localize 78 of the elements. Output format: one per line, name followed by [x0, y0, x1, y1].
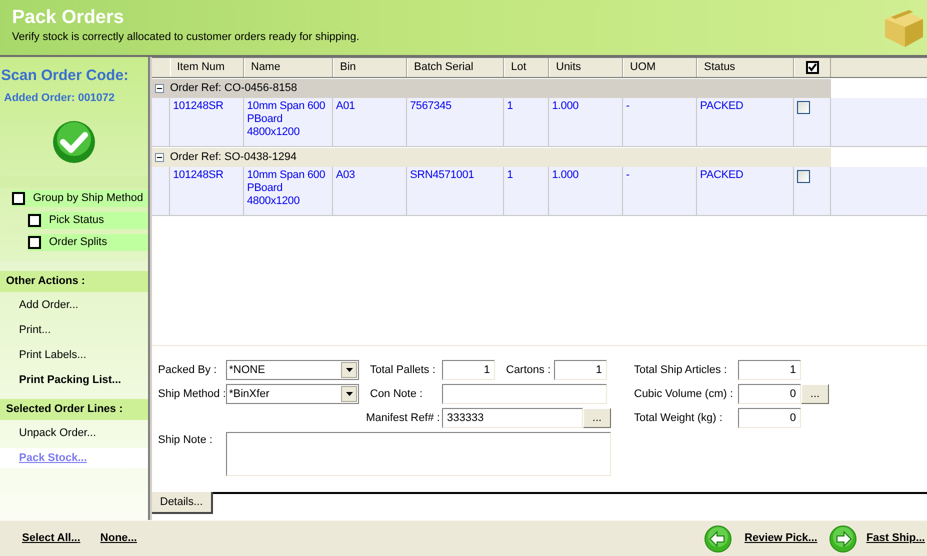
collapse-icon[interactable] — [155, 84, 164, 93]
tab[interactable]: Details... — [152, 492, 213, 514]
column-header[interactable]: UOM — [623, 58, 697, 77]
added-order-text: Added Order: 001072 — [3, 90, 116, 106]
action-link[interactable]: Print Labels... — [0, 345, 148, 365]
row-checkbox[interactable] — [797, 170, 810, 183]
table-cell: A01 — [333, 98, 407, 146]
field-label: Cubic Volume (cm) : — [634, 386, 734, 402]
table-cell: A03 — [333, 167, 407, 215]
action-link[interactable]: Unpack Order... — [0, 423, 148, 443]
table-cell: - — [623, 98, 697, 146]
checkbox[interactable] — [12, 192, 25, 205]
field-label: Packed By : — [158, 362, 218, 378]
table-cell: PACKED — [697, 98, 794, 146]
table-cell: 7567345 — [407, 98, 504, 146]
page-subtitle: Verify stock is correctly allocated to customer orders ready for shipping. — [12, 30, 360, 44]
field-label: Total Weight (kg) : — [634, 410, 724, 426]
total-weight-field[interactable]: 0 — [738, 408, 801, 428]
table-cell: 1.000 — [549, 98, 623, 146]
column-header[interactable]: Status — [697, 58, 794, 77]
packed-by-dropdown[interactable]: *NONE — [226, 360, 359, 380]
field-label: Total Pallets : — [370, 362, 436, 378]
column-header[interactable]: Bin — [333, 58, 407, 77]
select-all-link[interactable]: Select All... — [22, 530, 80, 547]
table-cell: 101248SR — [170, 98, 244, 146]
browse-button[interactable]: ... — [583, 408, 611, 428]
column-header[interactable]: Units — [549, 58, 623, 77]
option-label: Order Splits — [49, 235, 108, 250]
table-cell: 10mm Span 600 PBoard 4800x1200 — [244, 98, 333, 146]
section-title: Other Actions : — [0, 271, 148, 292]
con-note-field[interactable] — [442, 384, 607, 404]
checkbox[interactable] — [28, 236, 41, 249]
fast-ship-link[interactable]: Fast Ship... — [866, 530, 925, 547]
field-label: Ship Method : — [158, 386, 226, 402]
table-cell: SRN4571001 — [407, 167, 504, 215]
cubic-volume-field[interactable]: 0 — [738, 384, 801, 404]
column-header[interactable] — [794, 58, 831, 77]
checkbox[interactable] — [28, 214, 41, 227]
check-circle-icon — [52, 120, 96, 164]
ship-method-dropdown[interactable]: *BinXfer — [226, 384, 359, 404]
browse-button[interactable]: ... — [801, 384, 829, 404]
none-link[interactable]: None... — [100, 530, 137, 547]
table-cell: - — [623, 167, 697, 215]
field-label: Manifest Ref# : — [366, 410, 441, 426]
review-pick-link[interactable]: Review Pick... — [744, 530, 818, 547]
table-cell: 1 — [504, 167, 549, 215]
column-header[interactable]: Lot — [504, 58, 549, 77]
section-title: Selected Order Lines : — [0, 399, 148, 420]
column-header[interactable]: Batch Serial — [407, 58, 504, 77]
table-cell: 1.000 — [549, 167, 623, 215]
column-header[interactable]: Name — [244, 58, 333, 77]
table-cell: 1 — [504, 98, 549, 146]
group-label: Order Ref: SO-0438-1294 — [170, 150, 297, 166]
action-link[interactable]: Print Packing List... — [0, 370, 148, 390]
total-pallets-field[interactable]: 1 — [442, 360, 495, 380]
action-link[interactable]: Pack Stock... — [0, 448, 148, 468]
field-label: Con Note : — [370, 386, 424, 402]
action-link[interactable]: Add Order... — [0, 295, 148, 315]
action-link[interactable]: Print... — [0, 320, 148, 340]
select-all-checkbox[interactable] — [806, 61, 819, 74]
scan-label: Scan Order Code: — [0, 66, 130, 86]
row-checkbox[interactable] — [797, 101, 810, 114]
option-label: Group by Ship Method — [33, 191, 144, 206]
total-ship-articles-field[interactable]: 1 — [738, 360, 801, 380]
field-label: Ship Note : — [158, 433, 214, 448]
ship-note-field[interactable] — [226, 432, 611, 476]
field-label: Total Ship Articles : — [634, 362, 728, 378]
group-label: Order Ref: CO-0456-8158 — [170, 81, 298, 96]
manifest-ref-field[interactable]: 333333 — [442, 408, 583, 428]
cartons-field[interactable]: 1 — [554, 360, 607, 380]
column-header[interactable]: Item Num — [170, 58, 244, 77]
collapse-icon[interactable] — [155, 153, 164, 162]
table-cell: 10mm Span 600 PBoard 4800x1200 — [244, 167, 333, 215]
table-cell: PACKED — [697, 167, 794, 215]
table-cell: 101248SR — [170, 167, 244, 215]
field-label: Cartons : — [506, 362, 552, 378]
option-label: Pick Status — [49, 213, 104, 228]
page-title: Pack Orders — [12, 6, 125, 30]
